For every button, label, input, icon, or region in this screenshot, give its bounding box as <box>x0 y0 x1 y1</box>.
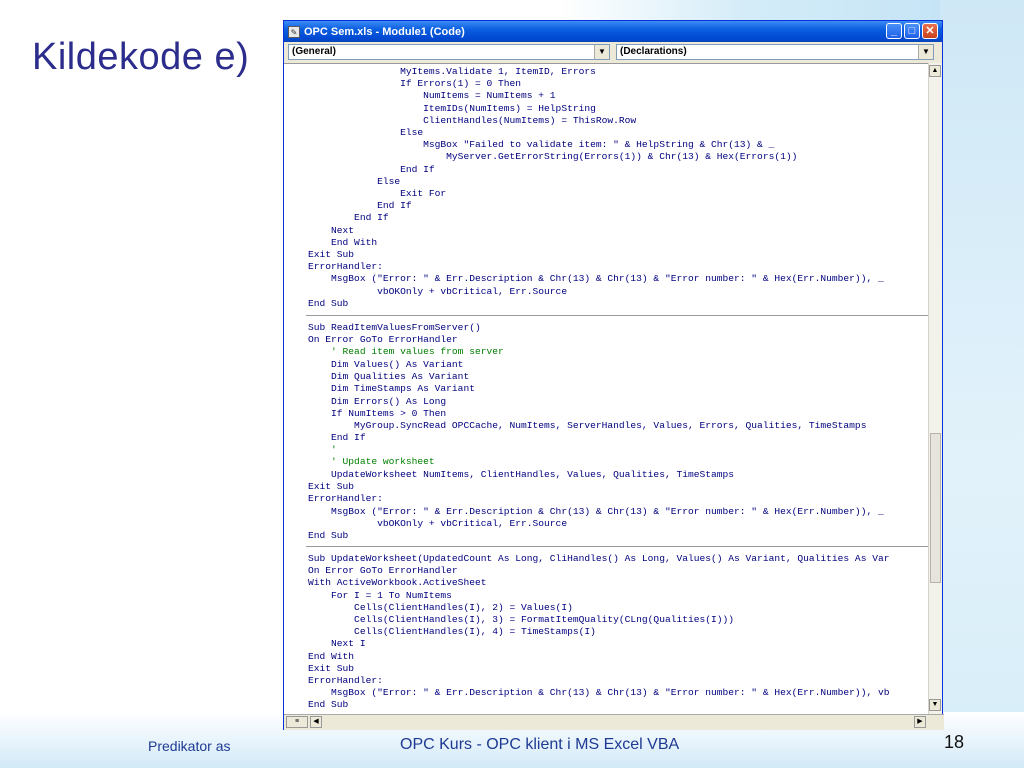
footer-course: OPC Kurs - OPC klient i MS Excel VBA <box>400 736 680 753</box>
maximize-icon[interactable]: □ <box>904 23 920 39</box>
app-icon: ✎ <box>288 25 300 38</box>
minimize-icon[interactable]: _ <box>886 23 902 39</box>
code-block-validate[interactable]: MyItems.Validate 1, ItemID, Errors If Er… <box>308 66 884 310</box>
object-combo[interactable]: (General) ▼ <box>288 44 610 60</box>
slide-title: Kildekode e) <box>32 36 250 78</box>
procedure-separator <box>306 546 928 547</box>
vba-code-window[interactable]: ✎ OPC Sem.xls - Module1 (Code) _ □ ✕ (Ge… <box>283 20 944 730</box>
scroll-down-icon[interactable]: ▼ <box>929 699 941 711</box>
page-number: 18 <box>944 732 965 752</box>
scroll-right-icon[interactable]: ▶ <box>914 716 926 728</box>
procedure-combo-value: (Declarations) <box>620 46 687 57</box>
scroll-up-icon[interactable]: ▲ <box>929 65 941 77</box>
code-comment-update[interactable]: ' ' Update worksheet <box>308 444 435 468</box>
footer-company: Predikator as <box>148 738 231 754</box>
dropdown-arrow-icon[interactable]: ▼ <box>918 45 933 59</box>
code-block-read-body[interactable]: Dim Values() As Variant Dim Qualities As… <box>308 359 866 444</box>
scroll-thumb[interactable] <box>930 433 941 583</box>
vertical-scrollbar[interactable]: ▲ ▼ <box>928 63 942 714</box>
code-block-update-worksheet[interactable]: Sub UpdateWorksheet(UpdatedCount As Long… <box>308 553 889 712</box>
background-decoration-right <box>940 0 1024 768</box>
code-block-read-header[interactable]: Sub ReadItemValuesFromServer() On Error … <box>308 322 481 346</box>
scroll-left-icon[interactable]: ◀ <box>310 716 322 728</box>
close-icon[interactable]: ✕ <box>922 23 938 39</box>
object-combo-value: (General) <box>292 46 336 57</box>
code-block-read-footer[interactable]: UpdateWorksheet NumItems, ClientHandles,… <box>308 469 884 542</box>
combo-bar: (General) ▼ (Declarations) ▼ <box>284 42 942 63</box>
window-title: OPC Sem.xls - Module1 (Code) <box>304 25 465 38</box>
code-editor[interactable]: MyItems.Validate 1, ItemID, Errors If Er… <box>284 63 928 715</box>
view-toggle-icon[interactable]: ≡ <box>286 716 308 728</box>
horizontal-scrollbar[interactable]: ≡ ◀ ▶ <box>284 714 944 730</box>
procedure-combo[interactable]: (Declarations) ▼ <box>616 44 934 60</box>
code-comment-read[interactable]: ' Read item values from server <box>308 346 504 358</box>
procedure-separator <box>306 315 928 316</box>
window-titlebar[interactable]: ✎ OPC Sem.xls - Module1 (Code) _ □ ✕ <box>284 21 942 42</box>
dropdown-arrow-icon[interactable]: ▼ <box>594 45 609 59</box>
